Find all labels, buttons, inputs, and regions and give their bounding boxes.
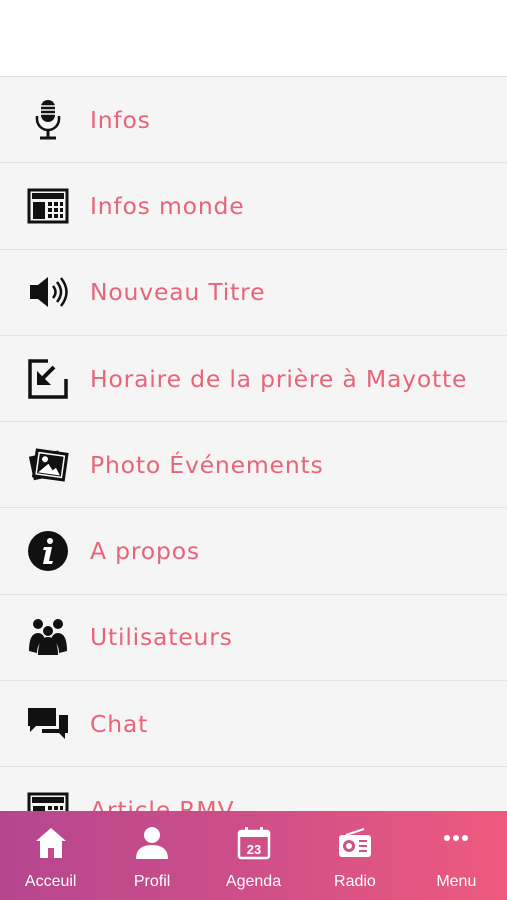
users-icon <box>24 613 72 661</box>
calendar-day: 23 <box>246 842 260 857</box>
menu-item-label: Photo Événements <box>90 450 324 479</box>
menu-item-label: Utilisateurs <box>90 623 233 652</box>
tab-label: Agenda <box>225 873 282 890</box>
tab-acceuil[interactable]: Acceuil <box>0 811 101 900</box>
menu-item-label: Infos <box>90 105 151 134</box>
menu-item-infos[interactable]: Infos <box>0 77 507 164</box>
menu-item-label: Article RMV <box>90 796 235 811</box>
tab-profil[interactable]: Profil <box>101 811 202 900</box>
speaker-icon <box>24 268 72 316</box>
info-icon <box>24 527 72 575</box>
menu-item-label: Nouveau Titre <box>90 278 266 307</box>
calendar-icon: 23 <box>236 825 272 861</box>
top-bar <box>0 0 507 77</box>
tab-radio[interactable]: Radio <box>304 811 405 900</box>
radio-icon <box>337 825 373 861</box>
microphone-icon <box>24 96 72 144</box>
menu-item-chat[interactable]: Chat <box>0 681 507 768</box>
newspaper-icon <box>24 182 72 230</box>
menu-item-article-rmv[interactable]: Article RMV <box>0 767 507 811</box>
menu-item-utilisateurs[interactable]: Utilisateurs <box>0 594 507 682</box>
home-icon <box>33 825 69 861</box>
more-icon <box>438 825 474 861</box>
menu-list: Infos Infos monde Nouveau Titre Horaire … <box>0 77 507 811</box>
menu-item-label: Infos monde <box>90 191 245 220</box>
arrow-box-icon <box>24 355 72 403</box>
menu-item-label: Chat <box>90 709 149 738</box>
tab-agenda[interactable]: 23 Agenda <box>203 811 304 900</box>
menu-item-infos-monde[interactable]: Infos monde <box>0 163 507 250</box>
tab-label: Profil <box>133 873 171 890</box>
user-icon <box>134 825 170 861</box>
tab-label: Menu <box>436 873 477 890</box>
bottom-tab-bar: Acceuil Profil 23 Agenda Radio Menu <box>0 811 507 900</box>
tab-label: Acceuil <box>24 873 77 890</box>
newspaper-icon <box>24 786 72 811</box>
chat-icon <box>24 700 72 748</box>
menu-item-label: Horaire de la prière à Mayotte <box>90 364 468 393</box>
menu-item-nouveau-titre[interactable]: Nouveau Titre <box>0 249 507 336</box>
tab-menu[interactable]: Menu <box>406 811 507 900</box>
photo-icon <box>24 441 72 489</box>
menu-item-a-propos[interactable]: A propos <box>0 508 507 595</box>
tab-label: Radio <box>334 873 376 890</box>
menu-item-horaire-priere[interactable]: Horaire de la prière à Mayotte <box>0 335 507 423</box>
menu-item-label: A propos <box>90 537 200 566</box>
menu-item-photo-evenements[interactable]: Photo Événements <box>0 422 507 509</box>
